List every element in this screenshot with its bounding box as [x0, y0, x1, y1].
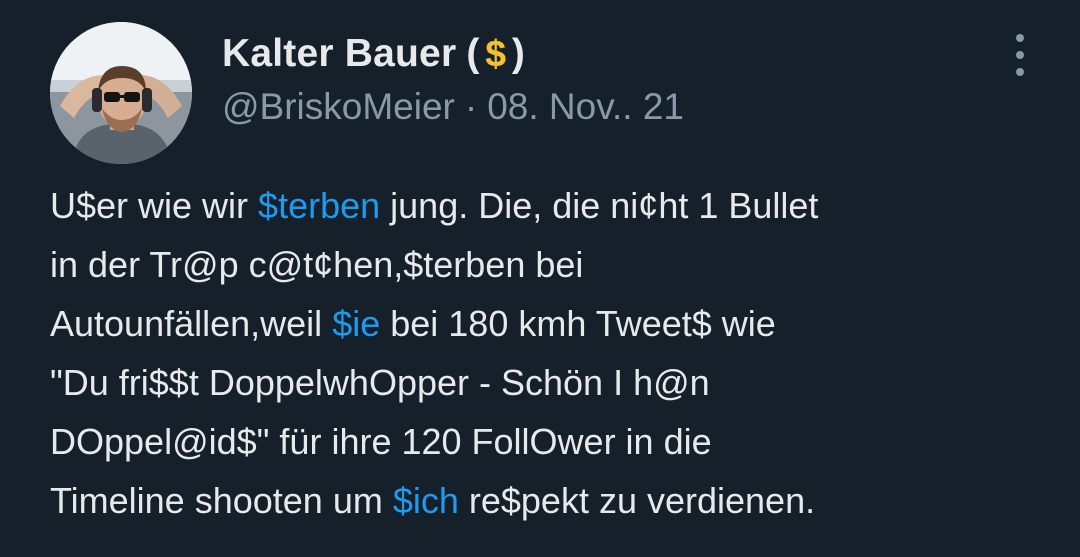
tweet-text-line: "Du fri$$t DoppelwhOpper - Schön I h@n: [50, 353, 1050, 412]
tweet-date[interactable]: 08. Nov.. 21: [487, 86, 684, 128]
tweet-text-segment: jung. Die, die ni¢ht 1 Bullet: [380, 185, 819, 226]
tweet-card: Kalter Bauer ( $ ) @BriskoMeier · 08. No…: [0, 0, 1080, 557]
name-open-paren: (: [466, 32, 480, 75]
more-dot: [1016, 68, 1024, 76]
meta-separator: ·: [464, 86, 478, 127]
name-close-paren: ): [511, 32, 525, 75]
tweet-text-segment: U$er wie wir: [50, 185, 259, 226]
avatar[interactable]: [50, 22, 192, 164]
tweet-text: U$er wie wir $terben jung. Die, die ni¢h…: [50, 176, 1050, 530]
tweet-text-line: Timeline shooten um $ich re$pekt zu verd…: [50, 471, 1050, 530]
more-dot: [1016, 34, 1024, 42]
money-bag-emoji-icon: $: [485, 33, 506, 74]
tweet-text-segment: in der Tr@p c@t¢hen,$terben bei: [50, 244, 584, 285]
more-dot: [1016, 51, 1024, 59]
tweet-text-segment: Timeline shooten um: [50, 480, 393, 521]
author-handle[interactable]: @BriskoMeier: [222, 86, 455, 128]
tweet-text-line: Autounfällen,weil $ie bei 180 kmh Tweet$…: [50, 294, 1050, 353]
cashtag-link[interactable]: $ie: [332, 303, 380, 344]
display-name[interactable]: Kalter Bauer: [222, 32, 456, 76]
tweet-text-segment: Autounfällen,weil: [50, 303, 333, 344]
tweet-text-line: U$er wie wir $terben jung. Die, die ni¢h…: [50, 176, 1050, 235]
author-name-row[interactable]: Kalter Bauer ( $ ): [222, 28, 525, 80]
cashtag-link[interactable]: $ich: [393, 480, 459, 521]
tweet-text-line: DOppel@id$" für ihre 120 FollOwer in die: [50, 412, 1050, 471]
tweet-text-segment: DOppel@id$" für ihre 120 FollOwer in die: [50, 421, 712, 462]
cashtag-link[interactable]: $terben: [258, 185, 380, 226]
more-vertical-icon[interactable]: [1004, 34, 1036, 76]
tweet-text-segment: re$pekt zu verdienen.: [458, 480, 816, 521]
tweet-meta-row: @BriskoMeier · 08. Nov.. 21: [222, 82, 684, 132]
tweet-text-segment: "Du fri$$t DoppelwhOpper - Schön I h@n: [50, 362, 710, 403]
tweet-text-segment: bei 180 kmh Tweet$ wie: [380, 303, 776, 344]
tweet-text-line: in der Tr@p c@t¢hen,$terben bei: [50, 235, 1050, 294]
avatar-photo: [50, 22, 192, 164]
